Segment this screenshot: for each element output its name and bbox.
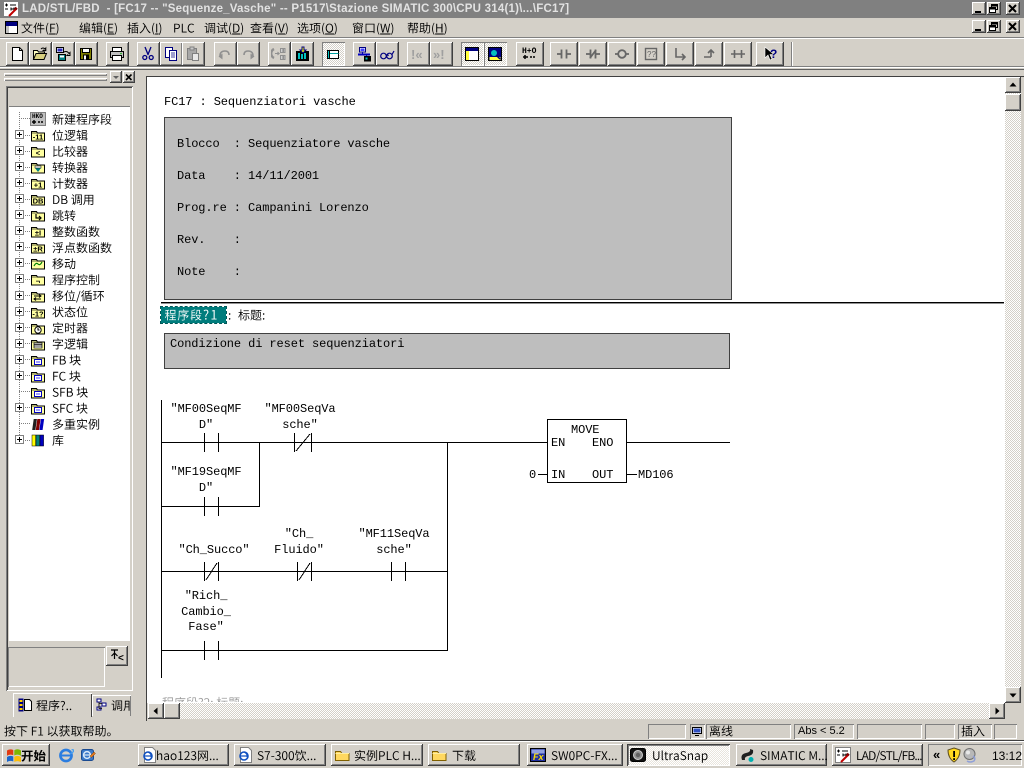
svg-text:±R: ±R [33, 245, 43, 254]
svg-text:+1: +1 [34, 181, 43, 190]
svg-text:<: < [118, 653, 124, 664]
svg-text:»!: »! [433, 47, 445, 62]
svg-text:?: ? [770, 47, 777, 61]
svg-text:-1?: -1? [32, 310, 44, 319]
svg-text:±I: ±I [35, 229, 41, 238]
svg-text:HKO: HKO [32, 113, 43, 120]
svg-text:DB: DB [33, 197, 44, 206]
svg-text:¬: ¬ [36, 277, 41, 286]
svg-text:Fx: Fx [533, 752, 544, 762]
svg-text:!«: !« [411, 47, 423, 62]
svg-text:??: ?? [647, 50, 656, 59]
svg-text:-11: -11 [33, 133, 43, 142]
svg-text:H+O: H+O [522, 47, 537, 56]
svg-text:<: < [36, 149, 41, 158]
